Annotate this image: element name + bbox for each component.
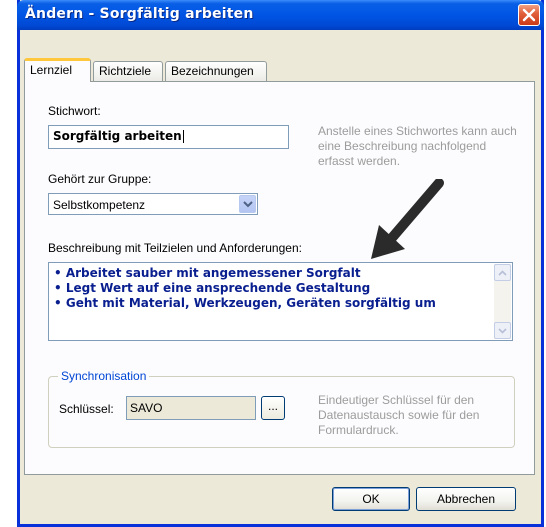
browse-button[interactable]: ...	[261, 396, 285, 420]
tab-label: Richtziele	[99, 64, 152, 78]
tab-label: Bezeichnungen	[171, 64, 254, 78]
group-select[interactable]: Selbstkompetenz	[48, 193, 258, 215]
ok-button[interactable]: OK	[332, 487, 410, 511]
tab-richtziele[interactable]: Richtziele	[93, 61, 163, 81]
scroll-up-button[interactable]	[494, 264, 511, 281]
chevron-down-icon	[243, 201, 253, 208]
key-hint: Eindeutiger Schlüssel für den Datenausta…	[318, 393, 480, 437]
tab-lernziel[interactable]: Lernziel	[24, 58, 91, 82]
chevron-up-icon	[498, 270, 507, 276]
dialog-window: Ändern - Sorgfältig arbeiten Lernziel Ri…	[17, 0, 544, 527]
cancel-label: Abbrechen	[436, 492, 496, 506]
annotation-arrow-icon	[371, 179, 444, 259]
description-line: • Geht mit Material, Werkzeugen, Geräten…	[54, 296, 436, 310]
vertical-scrollbar[interactable]	[494, 264, 511, 339]
close-icon	[522, 8, 536, 22]
tab-bezeichnungen[interactable]: Bezeichnungen	[165, 61, 267, 81]
sync-group-title: Synchronisation	[58, 369, 150, 383]
description-line: • Legt Wert auf eine ansprechende Gestal…	[54, 281, 371, 295]
description-label: Beschreibung mit Teilzielen und Anforder…	[48, 241, 302, 255]
chevron-down-icon	[498, 328, 507, 334]
dropdown-button[interactable]	[239, 195, 256, 213]
key-label: Schlüssel:	[59, 402, 114, 416]
sync-groupbox: Synchronisation Schlüssel: SAVO ... Eind…	[48, 369, 515, 448]
keyword-hint: Anstelle eines Stichwortes kann auch ein…	[318, 124, 517, 168]
key-value: SAVO	[130, 401, 163, 415]
window-title: Ändern - Sorgfältig arbeiten	[25, 6, 254, 22]
title-bar[interactable]: Ändern - Sorgfältig arbeiten	[17, 0, 544, 30]
keyword-value: Sorgfältig arbeiten	[53, 129, 182, 143]
cancel-button[interactable]: Abbrechen	[416, 487, 516, 511]
tab-label: Lernziel	[30, 63, 73, 77]
description-line: • Arbeitet sauber mit angemessener Sorgf…	[54, 266, 361, 280]
group-select-value: Selbstkompetenz	[53, 198, 146, 212]
keyword-input[interactable]: Sorgfältig arbeiten	[48, 125, 289, 149]
browse-label: ...	[267, 399, 278, 413]
group-label: Gehört zur Gruppe:	[48, 172, 152, 186]
keyword-label: Stichwort:	[48, 104, 101, 118]
text-caret	[182, 130, 184, 143]
ok-label: OK	[362, 492, 380, 506]
description-textarea[interactable]: • Arbeitet sauber mit angemessener Sorgf…	[48, 262, 513, 341]
scroll-down-button[interactable]	[494, 322, 511, 339]
tab-panel-lernziel: Stichwort: Sorgfältig arbeiten Anstelle …	[24, 81, 535, 475]
close-button[interactable]	[518, 4, 540, 26]
key-input[interactable]: SAVO	[126, 396, 256, 420]
